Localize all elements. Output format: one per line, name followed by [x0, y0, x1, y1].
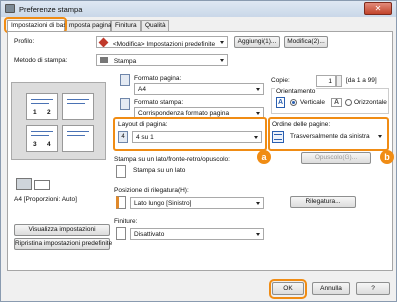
- tab-page-setup[interactable]: mposta pagina: [65, 20, 112, 31]
- page-layout-dropdown[interactable]: 4 su 1: [132, 131, 262, 143]
- print-method-dropdown[interactable]: Stampa: [96, 54, 228, 66]
- page-number: 2: [47, 109, 51, 116]
- output-size-value: Corrispondenza formato pagina: [138, 110, 230, 117]
- copies-input[interactable]: 1: [316, 75, 336, 87]
- page-layout-label: Layout di pagina:: [118, 121, 168, 128]
- callout-a-badge: a: [257, 150, 271, 164]
- booklet-button[interactable]: Opuscolo(G)...: [301, 152, 371, 164]
- preview-page: 1 2: [26, 93, 58, 120]
- ok-button[interactable]: OK: [272, 282, 304, 295]
- title-bar: Preferenze stampa ✕: [1, 1, 396, 17]
- chevron-down-icon: [256, 112, 260, 115]
- binding-dropdown[interactable]: Lato lungo [Sinistro]: [130, 197, 264, 209]
- portrait-radio[interactable]: [290, 99, 297, 106]
- preview-page: [62, 93, 94, 120]
- tab-finishing[interactable]: Finitura: [111, 20, 141, 31]
- printer-preview-icon: [16, 174, 52, 192]
- page-size-value: A4: [138, 86, 146, 93]
- page-number: 4: [47, 141, 51, 148]
- view-settings-button[interactable]: Visualizza impostazioni: [14, 224, 110, 236]
- copies-stepper[interactable]: [336, 75, 342, 87]
- duplex-label: Stampa su un lato/fronte-retro/opuscolo:: [114, 156, 230, 163]
- print-method-label: Metodo di stampa:: [14, 57, 68, 64]
- restore-defaults-button[interactable]: Ripristina impostazioni predefinite: [14, 238, 112, 250]
- chevron-down-icon: [220, 59, 224, 62]
- preview-caption: A4 [Proporzioni: Auto]: [14, 196, 77, 203]
- printer-icon: [100, 57, 108, 63]
- preview-page: 3 4: [26, 125, 58, 152]
- callout-b-badge: b: [380, 150, 394, 164]
- layout-preview: 1 2 3 4: [11, 82, 106, 160]
- page-layout-value: 4 su 1: [136, 134, 154, 141]
- output-size-label: Formato stampa:: [134, 99, 184, 106]
- duplex-dropdown[interactable]: Stampa su un lato: [130, 165, 262, 177]
- portrait-label: Verticale: [300, 99, 325, 106]
- page-number: 1: [33, 109, 37, 116]
- settings-panel: Profilo: <Modifica> Impostazioni predefi…: [7, 31, 394, 271]
- page-order-label: Ordine delle pagine:: [272, 121, 331, 128]
- copies-range: [da 1 a 99]: [346, 77, 377, 84]
- print-method-value: Stampa: [113, 58, 137, 65]
- page-size-icon: [120, 74, 130, 86]
- page-size-label: Formato pagina:: [134, 75, 182, 82]
- chevron-down-icon: [254, 136, 258, 139]
- close-button[interactable]: ✕: [364, 2, 392, 15]
- finishing-value: Disattivato: [134, 231, 165, 238]
- landscape-label: Orizzontale: [354, 99, 387, 106]
- finishing-label: Finiture:: [114, 218, 138, 225]
- chevron-down-icon: [378, 135, 382, 138]
- profile-value: <Modifica> Impostazioni predefinite: [112, 41, 216, 48]
- finishing-icon: [116, 227, 126, 240]
- profile-label: Profilo:: [14, 38, 35, 45]
- preview-page: [62, 125, 94, 152]
- binding-icon: [116, 196, 126, 209]
- profile-dropdown[interactable]: <Modifica> Impostazioni predefinite: [96, 36, 228, 48]
- finishing-dropdown[interactable]: Disattivato: [130, 228, 264, 240]
- pencil-icon: [98, 37, 109, 47]
- page-layout-icon: 4: [118, 131, 128, 143]
- landscape-radio[interactable]: [345, 99, 352, 106]
- add-profile-button[interactable]: Aggiungi(1)...: [234, 36, 280, 48]
- orientation-label: Orientamento: [275, 88, 317, 95]
- page-number: 3: [33, 141, 37, 148]
- landscape-icon: A: [331, 98, 342, 107]
- chevron-down-icon: [256, 233, 260, 236]
- edit-profile-button[interactable]: Modifica(2)...: [284, 36, 328, 48]
- binding-button[interactable]: Rilegatura...: [290, 196, 356, 208]
- cancel-button[interactable]: Annulla: [312, 282, 350, 295]
- zigzag-order-icon: [272, 131, 284, 143]
- copies-label: Copie:: [271, 77, 290, 84]
- page-size-dropdown[interactable]: A4: [134, 83, 264, 95]
- binding-label: Posizione di rilegatura(H):: [114, 187, 189, 194]
- chevron-down-icon: [256, 202, 260, 205]
- page-order-dropdown[interactable]: Trasversalmente da sinistra: [287, 131, 385, 143]
- portrait-icon: A: [276, 97, 285, 108]
- duplex-value: Stampa su un lato: [133, 167, 186, 174]
- help-button[interactable]: ?: [356, 282, 390, 295]
- chevron-down-icon: [220, 41, 224, 44]
- binding-value: Lato lungo [Sinistro]: [134, 200, 192, 207]
- one-sided-icon: [116, 165, 126, 178]
- tab-quality[interactable]: Qualità: [141, 20, 169, 31]
- output-size-icon: [120, 98, 130, 110]
- chevron-down-icon: [256, 88, 260, 91]
- printing-preferences-window: Preferenze stampa ✕ Impostazioni di base…: [0, 0, 397, 302]
- page-order-value: Trasversalmente da sinistra: [290, 133, 370, 140]
- printer-icon: [5, 4, 15, 13]
- window-title: Preferenze stampa: [19, 5, 83, 14]
